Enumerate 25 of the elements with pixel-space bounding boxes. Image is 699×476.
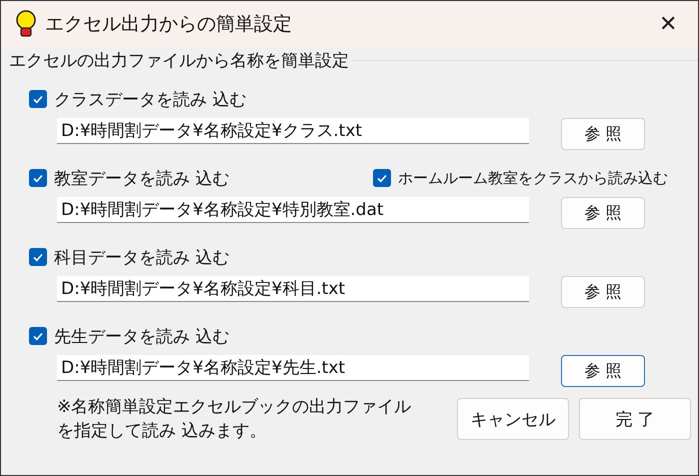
browse-button[interactable]: 参 照 xyxy=(561,276,645,308)
cancel-button[interactable]: キャンセル xyxy=(457,398,569,440)
window-title: エクセル出力からの簡単設定 xyxy=(45,12,293,37)
checkbox[interactable] xyxy=(29,327,47,345)
group-title: エクセルの出力ファイルから名称を簡単設定 xyxy=(9,50,349,72)
browse-button[interactable]: 参 照 xyxy=(561,118,645,150)
checkbox[interactable] xyxy=(29,169,47,187)
path-field[interactable]: D:¥時間割データ¥名称設定¥先生.txt xyxy=(57,355,529,381)
path-field[interactable]: D:¥時間割データ¥名称設定¥科目.txt xyxy=(57,276,529,302)
checkbox-label[interactable]: 先生データを読み 込む xyxy=(54,324,230,348)
close-button[interactable]: ✕ xyxy=(648,4,688,44)
checkbox[interactable] xyxy=(29,90,47,108)
light-bulb-icon xyxy=(15,10,37,38)
done-button[interactable]: 完 了 xyxy=(579,398,691,440)
path-field[interactable]: D:¥時間割データ¥名称設定¥クラス.txt xyxy=(57,118,529,144)
checkbox-label[interactable]: 教室データを読み 込む xyxy=(54,166,230,190)
checkbox-label[interactable]: ホームルーム教室をクラスから読み込む xyxy=(398,168,668,188)
checkbox[interactable] xyxy=(373,169,391,187)
path-field[interactable]: D:¥時間割データ¥名称設定¥特別教室.dat xyxy=(57,197,529,223)
note-text: ※名称簡単設定エクセルブックの出力ファイルを指定して読み 込みます。 xyxy=(57,396,412,443)
browse-button[interactable]: 参 照 xyxy=(561,355,645,387)
checkbox-label[interactable]: 科目データを読み 込む xyxy=(54,246,230,268)
browse-button[interactable]: 参 照 xyxy=(561,197,645,229)
checkbox[interactable] xyxy=(29,248,47,266)
checkbox-label[interactable]: クラスデータを読み 込む xyxy=(54,88,246,110)
